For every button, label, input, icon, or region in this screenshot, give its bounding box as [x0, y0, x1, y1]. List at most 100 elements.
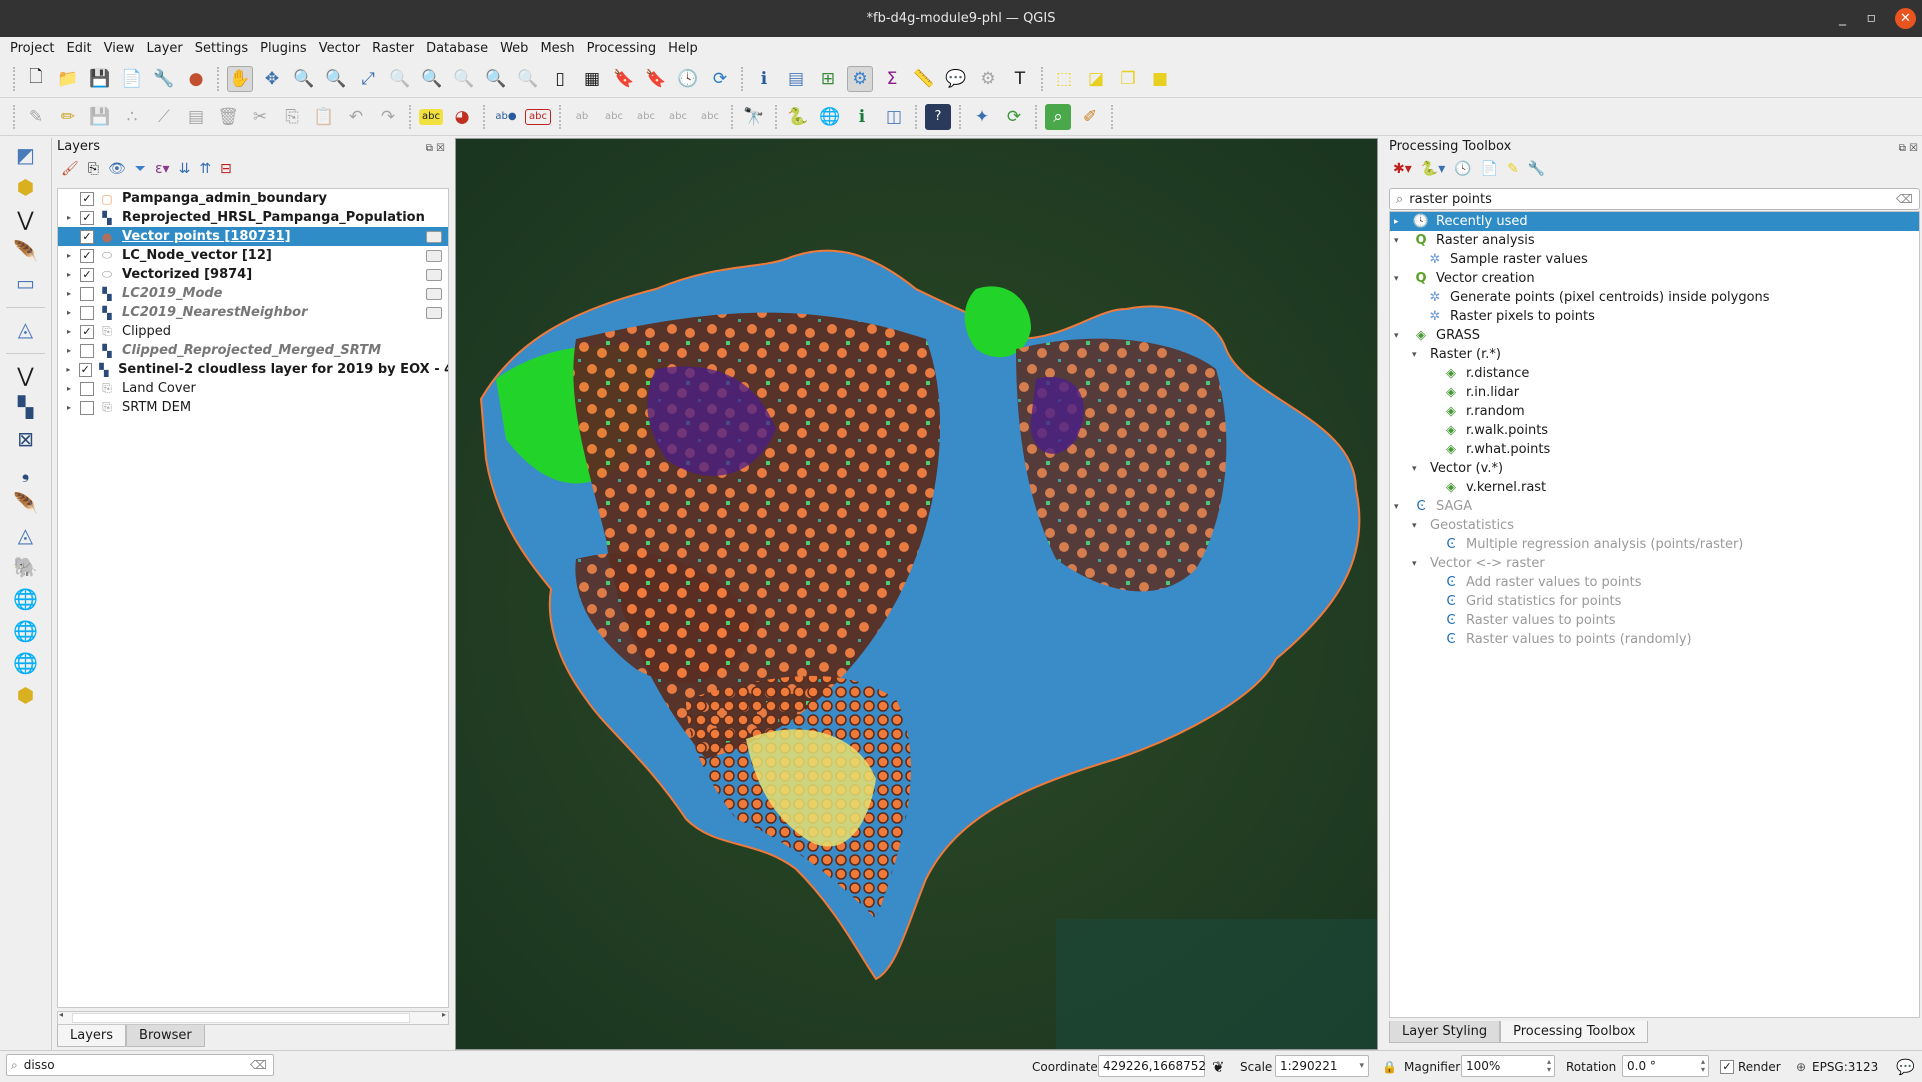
layer-item[interactable]: ▸ ✓ ⎘ Clipped — [58, 322, 448, 341]
statistical-summary-icon[interactable]: Σ — [879, 66, 905, 92]
new-shapefile-layer-icon[interactable]: ⋁ — [9, 204, 43, 234]
text-annotation-icon[interactable]: T — [1007, 66, 1033, 92]
add-wms-layer-icon[interactable]: 🌐 — [9, 584, 43, 614]
data-source-manager-icon[interactable]: ◩ — [9, 140, 43, 170]
qgis-search-icon[interactable]: ⌕ — [1045, 103, 1071, 130]
menu-web[interactable]: Web — [494, 41, 534, 56]
tab-browser[interactable]: Browser — [126, 1025, 205, 1047]
temporary-layer-icon[interactable] — [426, 268, 442, 281]
modify-attributes-icon[interactable]: ▤ — [183, 104, 209, 130]
processing-options-icon[interactable]: 🔧 — [1528, 161, 1545, 177]
close-button[interactable]: ✕ — [1895, 8, 1916, 29]
history-icon[interactable]: 🕓 — [1454, 161, 1471, 177]
menu-layer[interactable]: Layer — [141, 41, 189, 56]
expand-arrow-icon[interactable]: ▸ — [62, 365, 75, 374]
collapse-arrow-icon[interactable]: ▾ — [1394, 274, 1408, 284]
georeferencer-icon[interactable]: ✦ — [969, 104, 995, 130]
new-spatialite-layer-icon[interactable]: 🪶 — [9, 236, 43, 266]
python-console-icon[interactable]: 🐍 — [785, 104, 811, 130]
algorithm-item[interactable]: ✲ Sample raster values — [1390, 250, 1919, 269]
provider-group[interactable]: ▾ Ͼ SAGA — [1390, 497, 1919, 516]
collapse-arrow-icon[interactable]: ▾ — [1412, 521, 1426, 531]
menu-edit[interactable]: Edit — [60, 41, 97, 56]
clear-search-icon[interactable]: ⌫ — [1896, 192, 1913, 206]
rotation-value[interactable]: 0.0 ° — [1627, 1059, 1701, 1073]
collapse-arrow-icon[interactable]: ▾ — [1412, 350, 1426, 360]
map-swipe-icon[interactable]: ◫ — [881, 104, 907, 130]
layer-item[interactable]: ✓ ▢ Pampanga_admin_boundary — [58, 189, 448, 208]
provider-group[interactable]: ▾ Q Raster analysis — [1390, 231, 1919, 250]
current-edits-icon[interactable]: ✎ — [23, 104, 49, 130]
provider-group[interactable]: ▾ Q Vector creation — [1390, 269, 1919, 288]
algorithm-item[interactable]: Ͼ Grid statistics for points — [1390, 592, 1919, 611]
scroll-left-icon[interactable]: ◂ — [59, 1010, 63, 1019]
menu-settings[interactable]: Settings — [189, 41, 254, 56]
float-panel-icon[interactable]: ⧉ — [1899, 143, 1906, 154]
algorithm-group[interactable]: ▾ Geostatistics — [1390, 516, 1919, 535]
layer-item[interactable]: ▸ ✓ ▚ Sentinel-2 cloudless layer for 2019 b… — [58, 360, 448, 379]
collapse-arrow-icon[interactable]: ▾ — [1394, 502, 1408, 512]
edit-features-in-place-icon[interactable]: ✎ — [1507, 161, 1519, 177]
map-tips-icon[interactable]: 💬 — [943, 66, 969, 92]
style-manager-icon[interactable]: ● — [183, 66, 209, 92]
show-bookmarks-icon[interactable]: 🔖 — [643, 66, 669, 92]
layer-item[interactable]: ▸ ✓ ⬭ LC_Node_vector [12] — [58, 246, 448, 265]
algorithm-item[interactable]: ◈ r.distance — [1390, 364, 1919, 383]
temporary-layer-icon[interactable] — [426, 287, 442, 300]
toggle-editing-icon[interactable]: ✏ — [55, 104, 81, 130]
layer-item[interactable]: ▸ ✓ ▚ Reprojected_HRSL_Pampanga_Population — [58, 208, 448, 227]
tab-processing-toolbox[interactable]: Processing Toolbox — [1500, 1021, 1649, 1043]
messages-icon[interactable]: 💬 — [1896, 1058, 1915, 1076]
select-features-icon[interactable]: ⬚ — [1051, 66, 1077, 92]
cut-features-icon[interactable]: ✂ — [247, 104, 273, 130]
rotate-label-icon[interactable]: abc — [665, 104, 691, 130]
provider-group[interactable]: ▾ ◈ GRASS — [1390, 326, 1919, 345]
web-services-icon[interactable]: 🌐 — [817, 104, 843, 130]
add-postgis-layer-icon[interactable]: 🐘 — [9, 552, 43, 582]
algorithm-item[interactable]: ◈ r.what.points — [1390, 440, 1919, 459]
collapse-arrow-icon[interactable]: ▾ — [1394, 236, 1408, 246]
add-virtual-layer-icon[interactable]: ◬ — [9, 520, 43, 550]
select-by-location-icon[interactable]: ■ — [1147, 66, 1173, 92]
crs-button[interactable]: EPSG:3123 — [1812, 1060, 1878, 1074]
menu-vector[interactable]: Vector — [313, 41, 366, 56]
pin-labels-icon[interactable]: ab — [569, 104, 595, 130]
new-map-view-icon[interactable]: ▯ — [547, 66, 573, 92]
layer-visibility-checkbox[interactable] — [80, 343, 94, 358]
map-canvas[interactable] — [455, 138, 1378, 1050]
layer-visibility-checkbox[interactable]: ✓ — [80, 191, 94, 206]
algorithm-item[interactable]: Ͼ Raster values to points (randomly) — [1390, 630, 1919, 649]
search-input-value[interactable]: raster points — [1409, 192, 1896, 207]
plugin-info-icon[interactable]: ℹ — [849, 104, 875, 130]
menu-plugins[interactable]: Plugins — [254, 41, 313, 56]
layer-visibility-checkbox[interactable]: ✓ — [80, 229, 94, 244]
add-spatialite-layer-icon[interactable]: 🪶 — [9, 488, 43, 518]
toggle-extents-icon[interactable]: ❦ — [1212, 1058, 1225, 1076]
collapse-all-icon[interactable]: ⇈ — [199, 161, 211, 177]
processing-search-input[interactable]: ⌕ raster points ⌫ — [1389, 188, 1920, 210]
rotation-spinbox[interactable]: 0.0 ° ▴ ▾ — [1622, 1055, 1709, 1077]
layer-visibility-checkbox[interactable]: ✓ — [80, 210, 94, 225]
filter-legend-icon[interactable]: ⏷ — [135, 161, 146, 177]
pan-map-icon[interactable]: ✋ — [227, 65, 253, 92]
toggle-label-display-icon[interactable]: abc — [525, 108, 551, 125]
remove-layer-icon[interactable]: ⊟ — [220, 161, 232, 177]
collapse-arrow-icon[interactable]: ▾ — [1412, 464, 1426, 474]
add-wfs-layer-icon[interactable]: 🌐 — [9, 648, 43, 678]
add-point-feature-icon[interactable]: ∴ — [119, 104, 145, 130]
toolbar-handle[interactable] — [13, 66, 15, 91]
add-mesh-layer-icon[interactable]: ⊠ — [9, 424, 43, 454]
new-project-icon[interactable]: 🗋 — [23, 66, 49, 92]
collapse-arrow-icon[interactable]: ▾ — [1412, 559, 1426, 569]
save-project-icon[interactable]: 💾 — [87, 66, 113, 92]
delete-selected-icon[interactable]: 🗑 — [215, 104, 241, 130]
redo-icon[interactable]: ↷ — [375, 104, 401, 130]
new-temporary-layer-icon[interactable]: ▭ — [9, 268, 43, 298]
algorithm-group[interactable]: ▾ Vector <-> raster — [1390, 554, 1919, 573]
locator-clear-icon[interactable]: ⌫ — [250, 1058, 267, 1072]
style-brush-icon[interactable]: 🖌 — [61, 161, 79, 177]
move-label-icon[interactable]: abc — [633, 104, 659, 130]
undo-icon[interactable]: ↶ — [343, 104, 369, 130]
menu-view[interactable]: View — [98, 41, 141, 56]
spin-arrows-icon[interactable]: ▴ ▾ — [1547, 1058, 1551, 1074]
